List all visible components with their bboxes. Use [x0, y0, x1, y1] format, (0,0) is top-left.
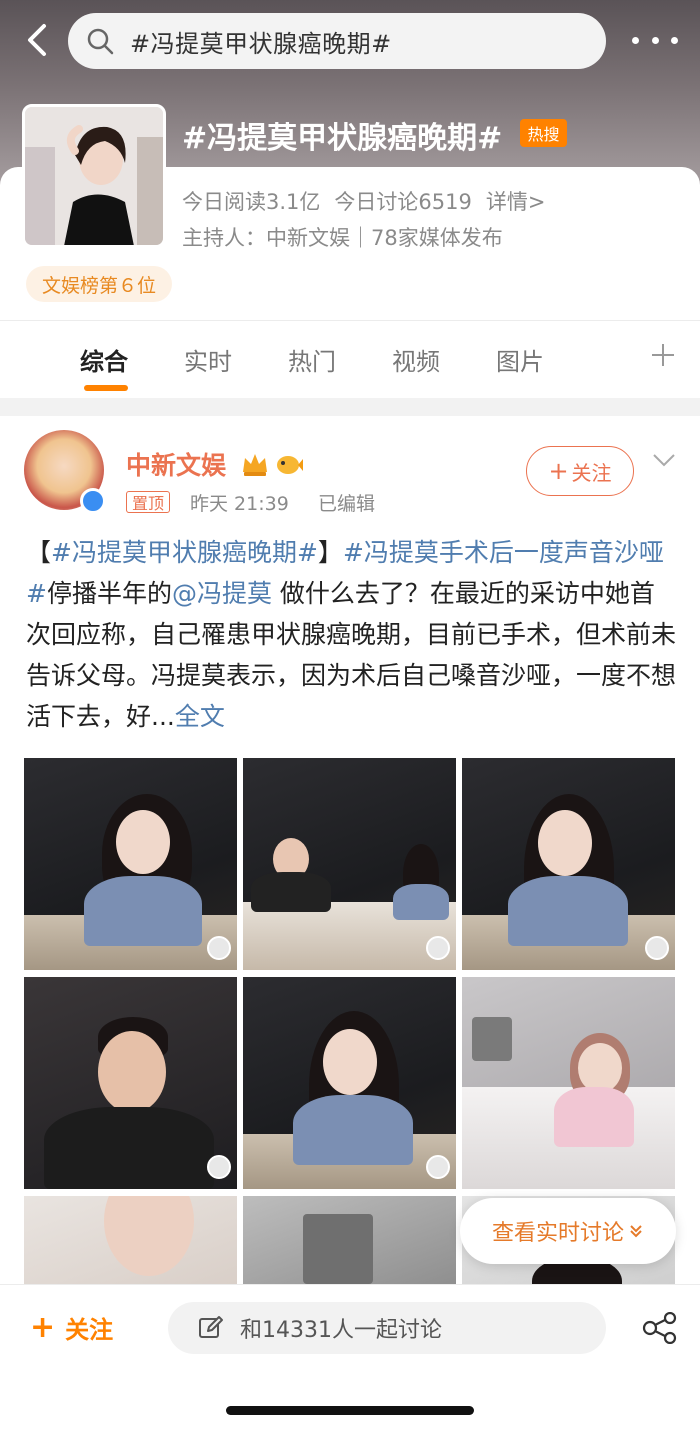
post-time: 昨天 21:39	[190, 493, 289, 515]
text-segment: 停播半年的	[46, 579, 172, 608]
watermark-icon	[426, 936, 450, 960]
read-count: 今日阅读3.1亿	[182, 190, 321, 214]
text-segment: 】	[317, 538, 343, 567]
double-chevron-down-icon	[630, 1225, 642, 1238]
share-button[interactable]	[642, 1311, 678, 1345]
post-image[interactable]	[24, 758, 237, 970]
verified-badge-icon	[80, 488, 106, 514]
view-live-discussion-button[interactable]: 查看实时讨论	[460, 1198, 676, 1264]
watermark-icon	[207, 936, 231, 960]
watermark-icon	[207, 1155, 231, 1179]
post-image[interactable]	[243, 977, 456, 1189]
expand-full-text-link[interactable]: 全文	[175, 702, 225, 731]
details-link[interactable]: 详情>	[486, 186, 546, 216]
author-avatar[interactable]	[24, 430, 106, 514]
tab-comprehensive[interactable]: 综合	[80, 342, 128, 377]
share-icon	[642, 1311, 677, 1345]
follow-author-button[interactable]: + 关注	[526, 446, 634, 496]
search-query: #冯提莫甲状腺癌晚期#	[130, 29, 392, 58]
tab-realtime[interactable]: 实时	[184, 342, 232, 377]
text-segment: 【	[26, 538, 52, 567]
post-image[interactable]	[24, 1196, 237, 1284]
plus-icon	[652, 344, 674, 366]
more-dot-icon	[632, 36, 639, 44]
post-image[interactable]	[462, 977, 675, 1189]
active-tab-indicator	[84, 385, 128, 391]
plus-icon: +	[30, 1310, 56, 1345]
follow-topic-button[interactable]: + 关注	[30, 1310, 113, 1345]
post-menu-button[interactable]	[652, 452, 676, 468]
home-indicator	[226, 1406, 474, 1415]
back-arrow-icon	[28, 24, 46, 56]
post-image[interactable]	[243, 1196, 456, 1284]
search-bar[interactable]: #冯提莫甲状腺癌晚期#	[68, 13, 606, 69]
ranking-badge[interactable]: 文娱榜第６位	[26, 266, 173, 302]
follow-topic-label: 关注	[65, 1316, 114, 1344]
hashtag-link[interactable]: #冯提莫甲状腺癌晚期#	[51, 538, 318, 567]
post-image[interactable]	[24, 977, 237, 1189]
discussion-input[interactable]: 和14331人一起讨论	[168, 1302, 606, 1354]
add-tab-button[interactable]	[650, 342, 676, 368]
follow-label: 关注	[571, 460, 612, 485]
author-badges	[240, 450, 304, 478]
divider	[0, 320, 700, 321]
topic-cover-illustration	[25, 107, 163, 245]
crown-badge-icon	[243, 454, 267, 476]
search-icon	[87, 28, 114, 55]
pinned-badge: 置顶	[126, 491, 171, 513]
watermark-icon	[645, 936, 669, 960]
topic-cover-image[interactable]	[22, 104, 166, 248]
mention-link[interactable]: @冯提莫	[172, 579, 272, 608]
topic-host-info: 主持人：中新文娱｜78家媒体发布	[182, 226, 503, 250]
topic-title: #冯提莫甲状腺癌晚期#	[182, 121, 503, 156]
edit-icon	[199, 1316, 223, 1338]
author-name[interactable]: 中新文娱	[126, 446, 226, 482]
plus-icon: +	[548, 457, 569, 485]
topic-stats: 今日阅读3.1亿 今日讨论6519 详情>	[182, 186, 559, 216]
watermark-icon	[426, 1155, 450, 1179]
chevron-down-icon	[653, 454, 675, 467]
tab-images[interactable]: 图片	[496, 342, 544, 377]
edited-label: 已编辑	[318, 493, 376, 515]
post-image[interactable]	[462, 758, 675, 970]
discussion-count: 今日讨论6519	[334, 190, 472, 214]
post-image[interactable]	[243, 758, 456, 970]
more-options-button[interactable]	[632, 30, 678, 50]
back-button[interactable]	[18, 20, 58, 60]
live-discussion-label: 查看实时讨论	[491, 1221, 624, 1246]
discussion-placeholder: 和14331人一起讨论	[240, 1318, 442, 1343]
section-gap	[0, 398, 700, 416]
tab-hot[interactable]: 热门	[288, 342, 336, 377]
fish-badge-icon	[277, 456, 303, 474]
post-content: 【#冯提莫甲状腺癌晚期#】#冯提莫手术后一度声音沙哑#停播半年的@冯提莫 做什么…	[26, 532, 676, 737]
more-dot-icon	[651, 36, 659, 44]
tab-video[interactable]: 视频	[392, 342, 440, 377]
more-dot-icon	[671, 36, 678, 44]
hot-search-badge: 热搜	[520, 119, 567, 147]
